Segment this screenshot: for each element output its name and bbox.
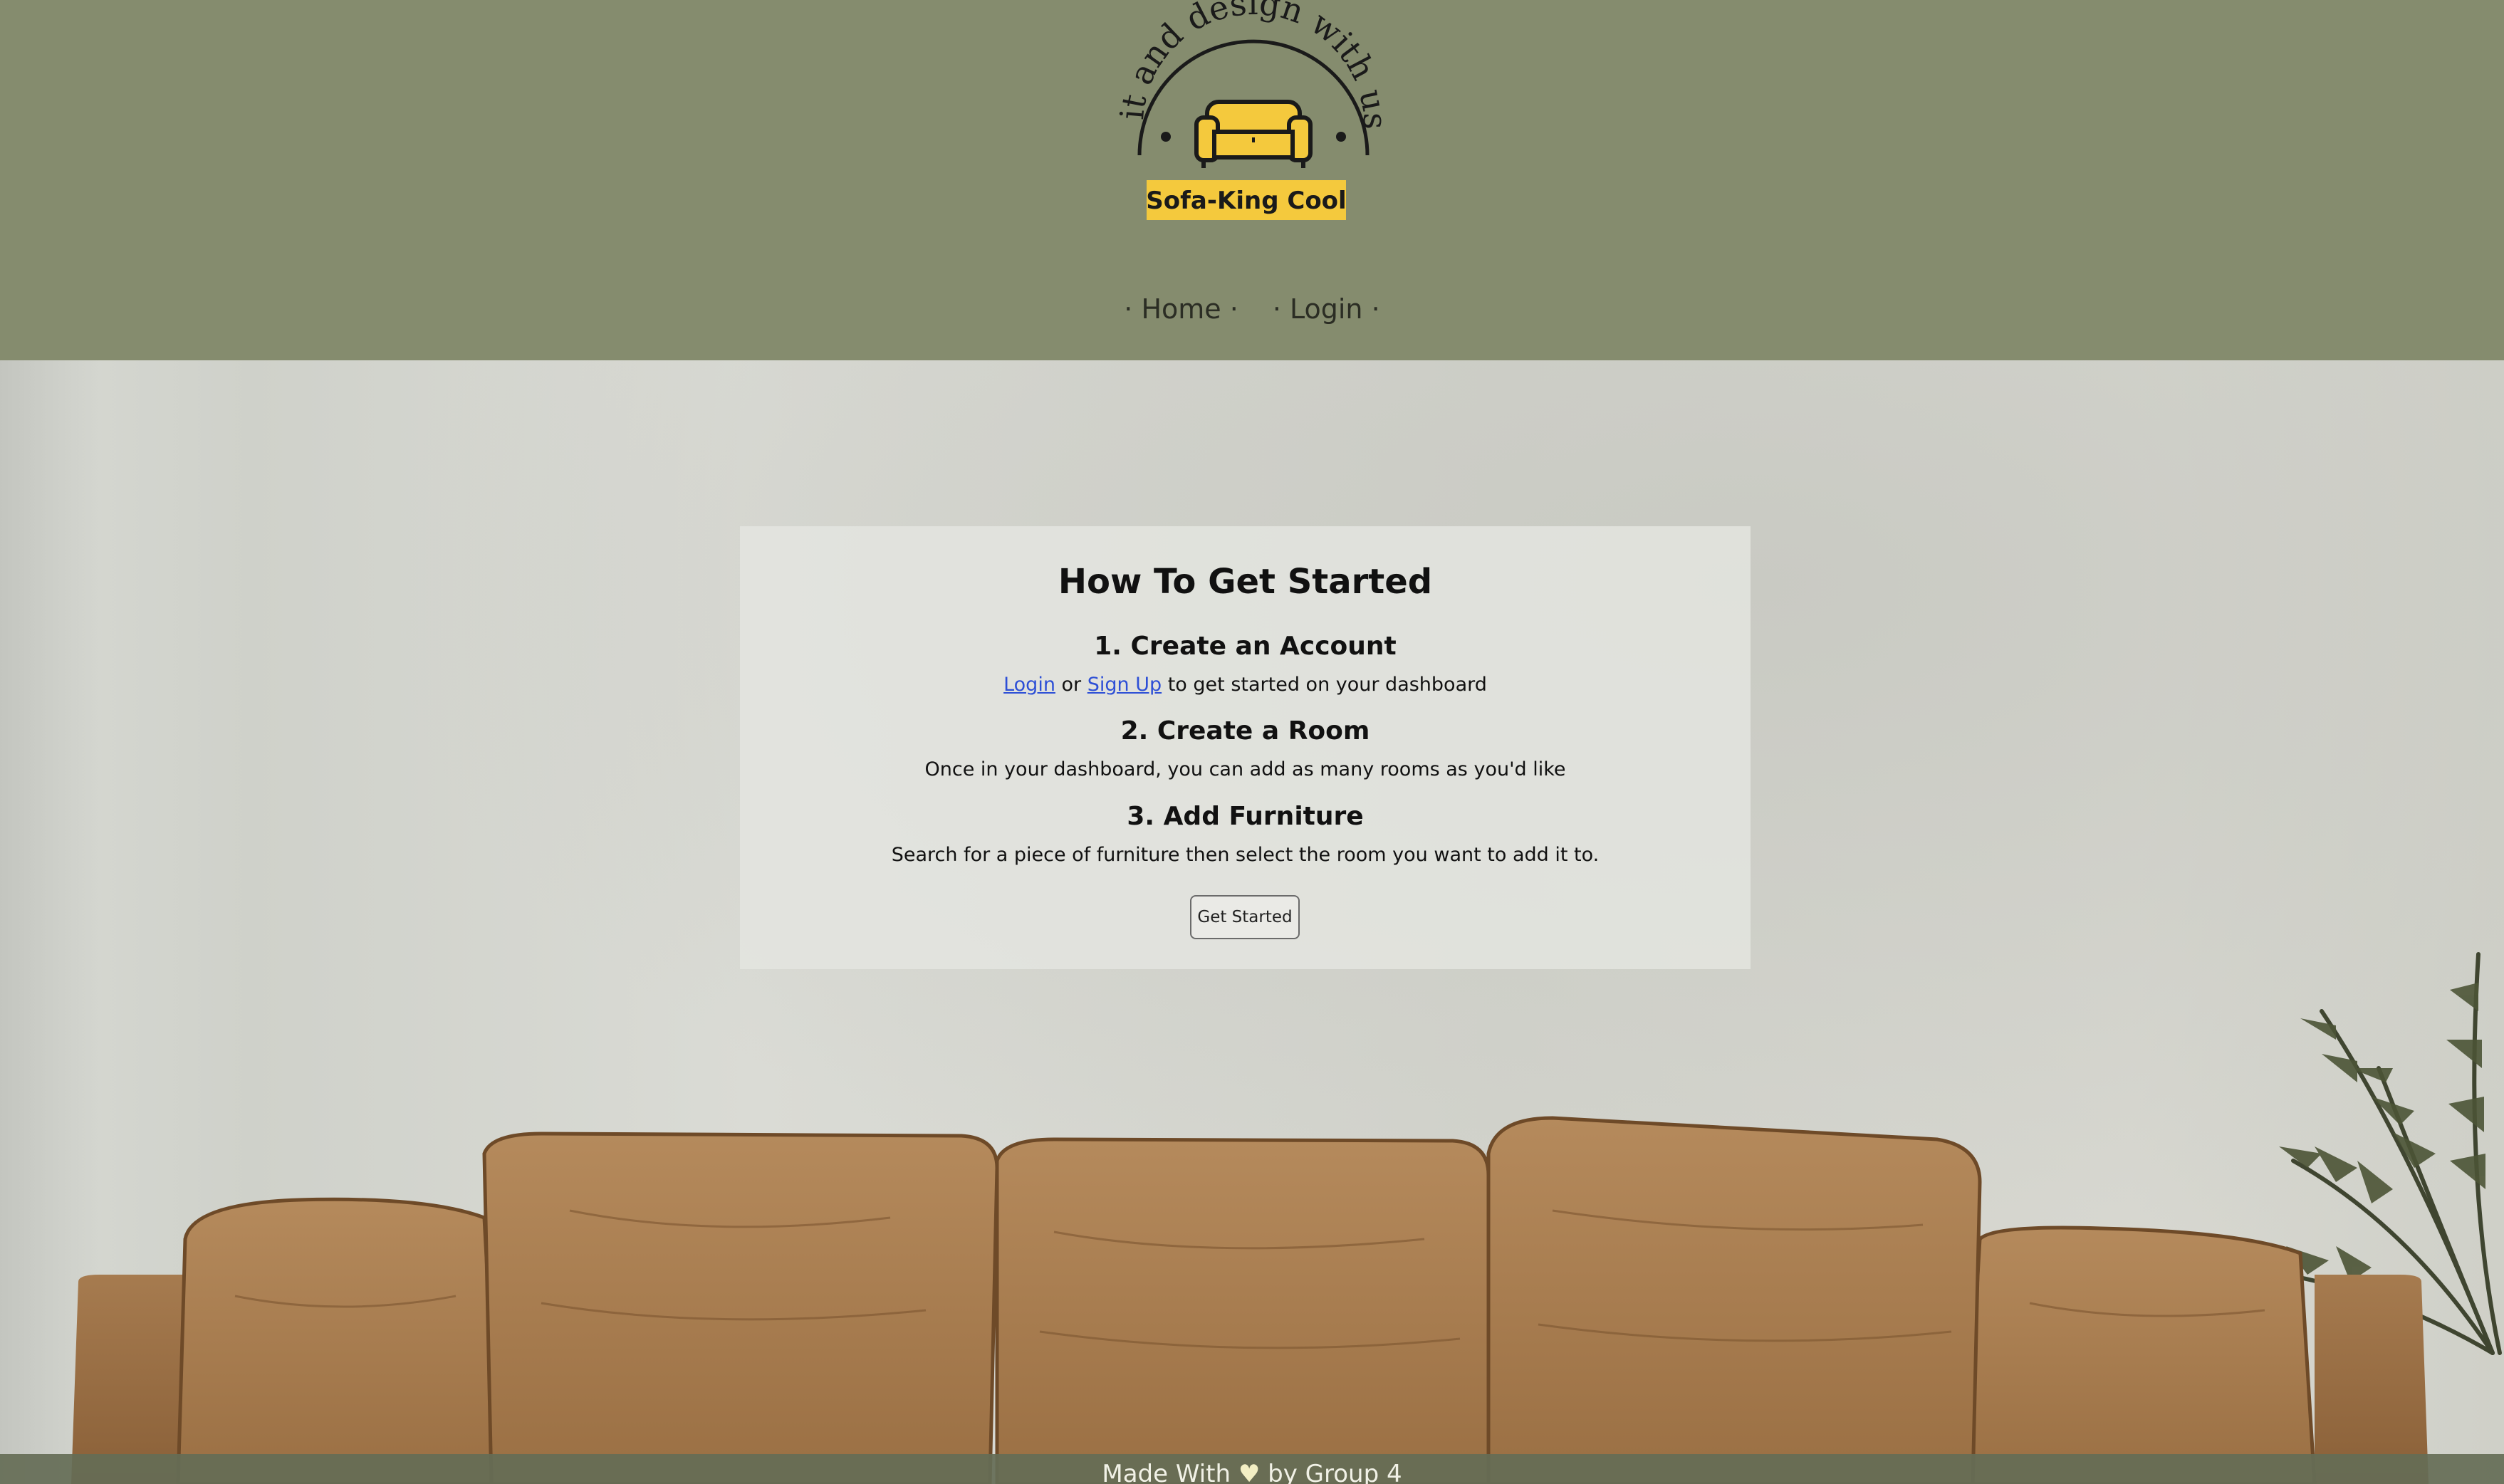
step-3-title: 3. Add Furniture bbox=[1127, 802, 1364, 831]
step-1-text: Login or Sign Up to get started on your … bbox=[740, 674, 1751, 696]
sofa-image bbox=[71, 1116, 2429, 1484]
nav-home-link[interactable]: · Home · bbox=[1124, 293, 1238, 325]
step-2-text: Once in your dashboard, you can add as m… bbox=[924, 758, 1566, 780]
nav-login-link[interactable]: · Login · bbox=[1273, 293, 1380, 325]
main-nav: · Home · · Login · bbox=[0, 293, 2504, 325]
step-3-text: Search for a piece of furniture then sel… bbox=[891, 844, 1600, 866]
step-1-or: or bbox=[1061, 674, 1082, 696]
footer: Made With ♥ by Group 4 bbox=[0, 1454, 2504, 1484]
header: Sit and design with us! Sofa-King Cool bbox=[0, 0, 2504, 360]
page: Sit and design with us! Sofa-King Cool bbox=[0, 0, 2504, 1484]
heart-icon: ♥ bbox=[1238, 1460, 1261, 1484]
sofa-icon bbox=[1194, 100, 1313, 168]
signup-link[interactable]: Sign Up bbox=[1087, 674, 1162, 696]
brand-logo[interactable]: Sit and design with us! Sofa-King Cool bbox=[1104, 0, 1403, 228]
step-1-rest: to get started on your dashboard bbox=[1167, 674, 1487, 696]
login-link[interactable]: Login bbox=[1003, 674, 1055, 696]
step-1-title: 1. Create an Account bbox=[1094, 632, 1397, 661]
step-2-title: 2. Create a Room bbox=[1120, 716, 1370, 746]
get-started-button[interactable]: Get Started bbox=[1190, 895, 1300, 939]
getting-started-card: How To Get Started 1. Create an Account … bbox=[740, 526, 1751, 969]
brand-name: Sofa-King Cool bbox=[1146, 187, 1346, 215]
card-title: How To Get Started bbox=[1058, 562, 1433, 602]
footer-prefix: Made With bbox=[1102, 1460, 1231, 1484]
footer-suffix: by Group 4 bbox=[1268, 1460, 1402, 1484]
